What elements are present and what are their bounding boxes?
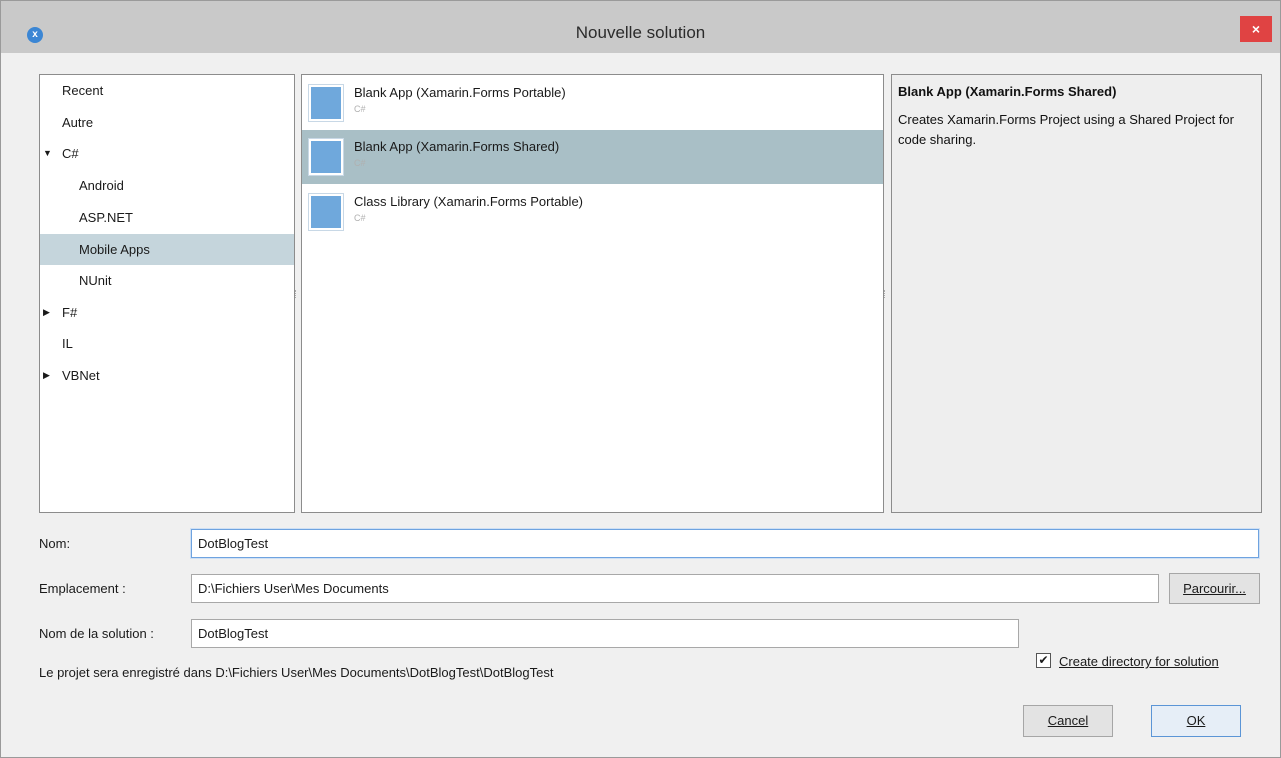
template-name: Class Library (Xamarin.Forms Portable) — [354, 194, 584, 209]
tree-item-csharp[interactable]: ▼ C# — [40, 138, 294, 169]
close-button[interactable]: × — [1240, 16, 1272, 42]
template-item[interactable]: Blank App (Xamarin.Forms Portable) C# — [302, 76, 883, 130]
location-input[interactable] — [191, 574, 1159, 603]
tree-item-aspnet[interactable]: ASP.NET — [40, 202, 294, 233]
cancel-button[interactable]: Cancel — [1023, 705, 1113, 737]
template-language: C# — [354, 158, 366, 168]
tree-item-label: Recent — [62, 83, 104, 98]
project-name-input[interactable] — [191, 529, 1259, 558]
tree-item-label: Mobile Apps — [79, 242, 150, 257]
new-solution-dialog: x Nouvelle solution × Recent Autre ▼ C# … — [0, 0, 1281, 758]
template-language: C# — [354, 213, 366, 223]
tree-item-label: ASP.NET — [79, 210, 133, 225]
splitter-grip-right[interactable] — [884, 290, 888, 298]
tree-item-label: F# — [62, 305, 78, 320]
project-template-icon — [308, 84, 344, 122]
description-title: Blank App (Xamarin.Forms Shared) — [898, 84, 1117, 99]
tree-item-android[interactable]: Android — [40, 170, 294, 201]
ok-button[interactable]: OK — [1151, 705, 1241, 737]
tree-item-recent[interactable]: Recent — [40, 75, 294, 106]
project-template-icon — [308, 193, 344, 231]
template-list[interactable]: Blank App (Xamarin.Forms Portable) C# Bl… — [301, 74, 884, 513]
template-item[interactable]: Class Library (Xamarin.Forms Portable) C… — [302, 185, 883, 239]
save-path-text: Le projet sera enregistré dans D:\Fichie… — [39, 665, 554, 680]
location-label: Emplacement : — [39, 581, 126, 596]
name-label: Nom: — [39, 536, 71, 551]
dialog-title: Nouvelle solution — [575, 23, 706, 42]
solution-name-label: Nom de la solution : — [39, 626, 154, 641]
solution-name-input[interactable] — [191, 619, 1019, 648]
tree-item-mobile-apps[interactable]: Mobile Apps — [40, 234, 294, 265]
create-directory-label[interactable]: Create directory for solution — [1059, 654, 1219, 669]
tree-item-label: C# — [62, 146, 79, 161]
template-item-selected[interactable]: Blank App (Xamarin.Forms Shared) C# — [302, 130, 883, 184]
tree-item-label: IL — [62, 336, 73, 351]
tree-item-label: VBNet — [62, 368, 100, 383]
template-language: C# — [354, 104, 366, 114]
collapsed-arrow-icon[interactable]: ▶ — [43, 297, 55, 328]
project-template-icon — [308, 138, 344, 176]
template-description-panel: Blank App (Xamarin.Forms Shared) Creates… — [891, 74, 1262, 513]
template-name: Blank App (Xamarin.Forms Portable) — [354, 85, 566, 100]
tree-item-label: NUnit — [79, 273, 112, 288]
tree-item-vbnet[interactable]: ▶ VBNet — [40, 360, 294, 391]
tree-item-autre[interactable]: Autre — [40, 107, 294, 138]
category-tree[interactable]: Recent Autre ▼ C# Android ASP.NET Mobile… — [39, 74, 295, 513]
browse-button[interactable]: Parcourir... — [1169, 573, 1260, 604]
collapsed-arrow-icon[interactable]: ▶ — [43, 360, 55, 391]
checkmark-icon: ✔ — [1038, 653, 1049, 667]
tree-item-nunit[interactable]: NUnit — [40, 265, 294, 296]
splitter-grip-left[interactable] — [295, 290, 299, 298]
tree-item-il[interactable]: IL — [40, 328, 294, 359]
tree-item-label: Autre — [62, 115, 94, 130]
expanded-arrow-icon[interactable]: ▼ — [43, 138, 55, 169]
create-directory-checkbox[interactable]: ✔ — [1036, 653, 1051, 668]
title-bar[interactable]: x Nouvelle solution × — [1, 1, 1280, 53]
description-text: Creates Xamarin.Forms Project using a Sh… — [898, 112, 1234, 147]
template-name: Blank App (Xamarin.Forms Shared) — [354, 139, 560, 154]
tree-item-label: Android — [79, 178, 124, 193]
tree-item-fsharp[interactable]: ▶ F# — [40, 297, 294, 328]
